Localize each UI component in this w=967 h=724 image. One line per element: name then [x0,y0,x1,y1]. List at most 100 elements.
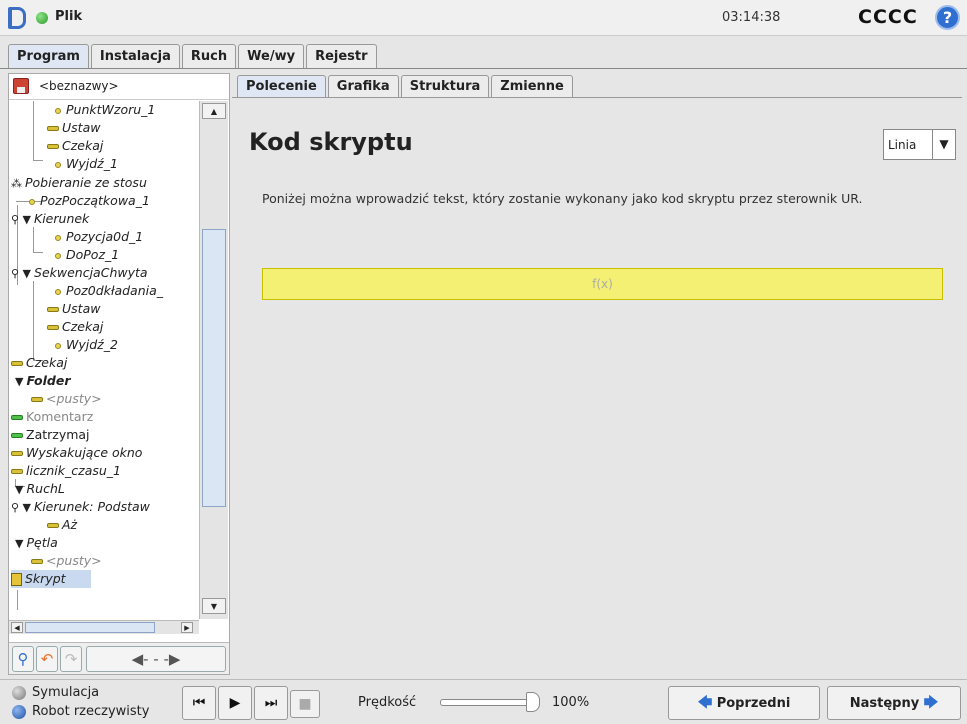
tab-log[interactable]: Rejestr [306,44,377,68]
tree-item[interactable]: ▼ Folder [15,372,71,390]
command-pane: Kod skryptu Linia ▼ Poniżej można wprowa… [232,97,962,675]
tree-item[interactable]: Pozycja0d_1 [53,228,143,246]
tree-item[interactable]: ⚲ ▼ SekwencjaChwyta [11,264,148,282]
tree-item[interactable]: Czekaj [47,318,103,336]
waypoint-icon [55,161,61,168]
tree-item[interactable]: Czekaj [47,137,103,155]
tree-item[interactable]: Ustaw [47,300,100,318]
wait-icon [47,325,59,330]
tab-graphics[interactable]: Grafika [327,75,399,97]
real-robot-label: Robot rzeczywisty [32,704,150,719]
tree-item[interactable]: ▼ RuchL [15,480,65,498]
tab-move[interactable]: Ruch [181,44,237,68]
command-tabs: Polecenie Grafika Struktura Zmienne [237,75,575,97]
arrow-right-icon: 🡆 [923,695,939,711]
redo-icon[interactable]: ↷ [60,646,82,672]
tree-item[interactable]: Komentarz [11,408,93,426]
real-robot-radio[interactable] [12,705,26,719]
scroll-left-icon[interactable]: ◀ [11,622,23,633]
scroll-down-icon[interactable]: ▼ [202,598,226,614]
collapse-triangle-icon: ⚲ ▼ [11,213,32,226]
collapse-triangle-icon: ▼ [15,537,24,550]
undo-icon[interactable]: ↶ [36,646,58,672]
pallet-icon: ⁂ [11,177,22,190]
tab-variables[interactable]: Zmienne [491,75,573,97]
empty-icon [31,559,43,564]
popup-icon [11,451,23,456]
script-mode-select[interactable]: Linia ▼ [883,129,956,160]
tree-item[interactable]: <pusty> [31,390,102,408]
tree-item[interactable]: PozPoczątkowa_1 [27,192,150,210]
bottom-bar: Symulacja Robot rzeczywisty ⏮ ▶ ⏭ ■ Pręd… [0,679,967,724]
program-header: <beznazwy> [9,74,229,100]
scroll-thumb[interactable] [202,229,226,507]
simulation-radio[interactable] [12,686,26,700]
tree-item[interactable]: DoPoz_1 [53,246,119,264]
search-icon[interactable]: ⚲ [12,646,34,672]
waypoint-icon [55,288,61,295]
description-text: Poniżej można wprowadzić tekst, który zo… [262,191,863,206]
tree-item[interactable]: Zatrzymaj [11,426,90,444]
tree-item[interactable]: <pusty> [31,552,102,570]
play-icon[interactable]: ▶ [218,686,252,720]
waypoint-icon [55,107,61,114]
tab-structure[interactable]: Struktura [400,75,490,97]
tree-vertical-scrollbar[interactable]: ▲ ▼ [199,101,228,619]
save-icon[interactable] [13,78,29,94]
speed-slider[interactable] [440,699,540,706]
collapse-triangle-icon: ⚲ ▼ [11,267,32,280]
step-icon[interactable]: ⏭ [254,686,288,720]
waypoint-icon [55,252,61,259]
scroll-thumb[interactable] [25,622,155,633]
next-button[interactable]: Następny 🡆 [827,686,961,720]
waypoint-icon [29,198,35,205]
robot-status-icon [36,12,48,24]
tab-divider [0,68,967,69]
stop-icon[interactable]: ■ [290,690,320,718]
scroll-up-icon[interactable]: ▲ [202,103,226,119]
tree-item[interactable]: ⁂ Pobieranie ze stosu [11,174,147,192]
top-bar: Plik 03:14:38 CCCC ? [0,0,967,36]
tree-item[interactable]: ⚲ ▼ Kierunek [11,210,89,228]
move-node-icon[interactable]: ◀- - -▶ [86,646,226,672]
tree-item[interactable]: Poz0dkładania_ [53,282,163,300]
previous-button[interactable]: 🡄 Poprzedni [668,686,820,720]
tab-command[interactable]: Polecenie [237,75,326,97]
tab-program[interactable]: Program [8,44,89,68]
help-icon[interactable]: ? [935,5,960,30]
script-mode-value: Linia [888,138,917,152]
main-tabs: Program Instalacja Ruch We/wy Rejestr [8,44,379,68]
tree-item[interactable]: Czekaj [11,354,67,372]
set-icon [47,307,59,312]
clock: 03:14:38 [722,10,781,25]
tree-item[interactable]: Wyjdź_2 [53,336,118,354]
until-icon [47,523,59,528]
tree-horizontal-scrollbar[interactable]: ◀ ▶ [9,620,199,634]
tree-item[interactable]: Ustaw [47,119,100,137]
skip-back-icon[interactable]: ⏮ [182,686,216,720]
tree-connector [33,227,43,253]
tree-item[interactable]: licznik_czasu_1 [11,462,121,480]
script-expression-field[interactable]: f(x) [262,268,943,300]
simulation-label: Symulacja [32,685,100,700]
tree-item[interactable]: Wyjdź_1 [53,155,118,173]
tree-item-selected[interactable]: Skrypt [11,570,91,588]
file-menu[interactable]: Plik [55,9,82,24]
set-icon [47,126,59,131]
speed-slider-handle[interactable] [526,692,540,712]
tree-item[interactable]: ⚲ ▼ Kierunek: Podstaw [11,498,150,516]
collapse-triangle-icon: ▼ [15,483,24,496]
tree-item[interactable]: Aż [47,516,77,534]
program-tree: PunktWzoru_1 Ustaw Czekaj Wyjdź_1 ⁂ Pobie… [9,101,199,619]
speed-value: 100% [552,695,590,710]
scroll-right-icon[interactable]: ▶ [181,622,193,633]
tab-installation[interactable]: Instalacja [90,44,180,68]
chevron-down-icon[interactable]: ▼ [932,130,955,159]
tree-item[interactable]: ▼ Pętla [15,534,58,552]
tab-io[interactable]: We/wy [238,44,305,68]
empty-icon [31,397,43,402]
robot-name: CCCC [858,6,918,28]
tree-item[interactable]: Wyskakujące okno [11,444,142,462]
halt-icon [11,433,23,438]
tree-item[interactable]: PunktWzoru_1 [53,101,155,119]
